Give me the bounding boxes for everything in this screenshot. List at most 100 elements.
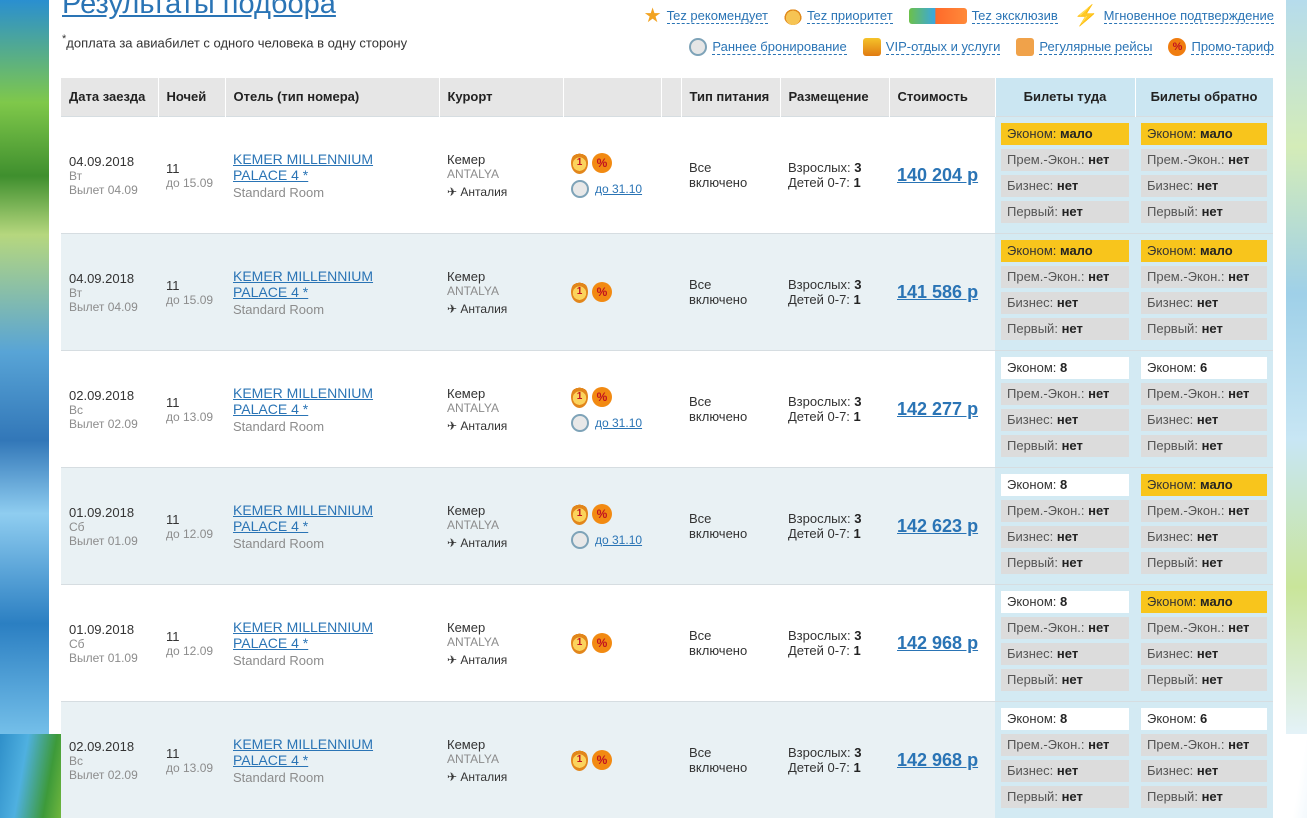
percent-icon[interactable]: % <box>592 282 612 302</box>
ticket-class-label: Первый: <box>1147 321 1198 336</box>
resort-name: Кемер <box>447 152 555 167</box>
medal-icon[interactable]: 1 <box>571 749 588 771</box>
hotel-link[interactable]: KEMER MILLENNIUM PALACE 4 * <box>233 736 431 768</box>
legend-instant-confirm[interactable]: ⚡Мгновенное подтверждение <box>1074 7 1274 25</box>
ticket-out-class: Эконом: мало <box>1001 123 1129 145</box>
table-row[interactable]: 02.09.2018ВсВылет 02.0911до 13.09KEMER M… <box>61 351 1273 468</box>
price-link[interactable]: 142 968 р <box>897 750 978 770</box>
ticket-back-class: Прем.-Экон.: нет <box>1141 266 1267 288</box>
airport: ✈ Анталия <box>447 536 555 550</box>
adults-label: Взрослых: <box>788 628 851 643</box>
price-link[interactable]: 141 586 р <box>897 282 978 302</box>
children: Детей 0-7: 1 <box>788 643 881 658</box>
hotel-link[interactable]: KEMER MILLENNIUM PALACE 4 * <box>233 385 431 417</box>
cell-placement: Взрослых: 3Детей 0-7: 1 <box>780 351 889 468</box>
checkin-date: 01.09.2018 <box>69 622 150 637</box>
early-booking-link[interactable]: до 31.10 <box>595 533 642 547</box>
header-date: Дата заезда <box>61 78 158 117</box>
legend-early-booking[interactable]: Раннее бронирование <box>689 38 846 56</box>
airport-name: Анталия <box>460 653 507 667</box>
price-link[interactable]: 142 277 р <box>897 399 978 419</box>
adults-label: Взрослых: <box>788 511 851 526</box>
price-link[interactable]: 142 968 р <box>897 633 978 653</box>
medal-icon[interactable]: 1 <box>571 386 588 408</box>
medal-icon[interactable]: 1 <box>571 281 588 303</box>
hotel-link[interactable]: KEMER MILLENNIUM PALACE 4 * <box>233 502 431 534</box>
early-booking-link[interactable]: до 31.10 <box>595 182 642 196</box>
price-link[interactable]: 142 623 р <box>897 516 978 536</box>
ticket-class-value: нет <box>1228 620 1249 635</box>
ticket-back-class: Прем.-Экон.: нет <box>1141 617 1267 639</box>
legend-vip[interactable]: VIP-отдых и услуги <box>863 38 1001 56</box>
percent-icon[interactable]: % <box>592 153 612 173</box>
cell-blank <box>661 585 681 702</box>
ticket-class-label: Эконом: <box>1007 711 1056 726</box>
medal-icon[interactable]: 1 <box>571 152 588 174</box>
ticket-class-label: Бизнес: <box>1007 529 1053 544</box>
flight-date: Вылет 01.09 <box>69 651 150 665</box>
day-of-week: Вт <box>69 169 150 183</box>
ticket-class-label: Прем.-Экон.: <box>1147 269 1225 284</box>
table-row[interactable]: 01.09.2018СбВылет 01.0911до 12.09KEMER M… <box>61 468 1273 585</box>
hotel-link[interactable]: KEMER MILLENNIUM PALACE 4 * <box>233 268 431 300</box>
percent-icon[interactable]: % <box>592 750 612 770</box>
ticket-class-label: Первый: <box>1007 555 1058 570</box>
cell-price: 142 277 р <box>889 351 995 468</box>
children: Детей 0-7: 1 <box>788 292 881 307</box>
table-row[interactable]: 04.09.2018ВтВылет 04.0911до 15.09KEMER M… <box>61 234 1273 351</box>
checkout-date: до 12.09 <box>166 527 217 541</box>
early-booking: до 31.10 <box>571 414 653 432</box>
ticket-class-value: нет <box>1088 152 1109 167</box>
legend-label: Промо-тариф <box>1191 39 1274 55</box>
medal-icon[interactable]: 1 <box>571 632 588 654</box>
cell-hotel: KEMER MILLENNIUM PALACE 4 *Standard Room <box>225 351 439 468</box>
early-booking-link[interactable]: до 31.10 <box>595 416 642 430</box>
adults-count: 3 <box>854 511 861 526</box>
kids-label: Детей 0-7: <box>788 643 850 658</box>
ticket-class-label: Прем.-Экон.: <box>1147 503 1225 518</box>
ticket-back-class: Бизнес: нет <box>1141 643 1267 665</box>
kids-label: Детей 0-7: <box>788 409 850 424</box>
ticket-class-value: нет <box>1202 555 1223 570</box>
ticket-class-label: Бизнес: <box>1007 763 1053 778</box>
ticket-class-value: нет <box>1062 789 1083 804</box>
percent-icon[interactable]: % <box>592 633 612 653</box>
legend-tez-exclusive[interactable]: Tez эксклюзив <box>909 7 1058 25</box>
table-row[interactable]: 02.09.2018ВсВылет 02.0911до 13.09KEMER M… <box>61 702 1273 818</box>
cell-tickets-back: Эконом: малоПрем.-Экон.: нетБизнес: нетП… <box>1135 585 1273 702</box>
cell-tickets-back: Эконом: 6Прем.-Экон.: нетБизнес: нетПерв… <box>1135 351 1273 468</box>
adults-count: 3 <box>854 628 861 643</box>
region-name: ANTALYA <box>447 635 555 649</box>
ticket-class-label: Прем.-Экон.: <box>1007 269 1085 284</box>
ticket-back-class: Первый: нет <box>1141 201 1267 223</box>
legend-tez-recommends[interactable]: ★Tez рекомендует <box>644 7 768 25</box>
percent-icon[interactable]: % <box>592 504 612 524</box>
ticket-class-value: нет <box>1062 204 1083 219</box>
ticket-out-class: Первый: нет <box>1001 201 1129 223</box>
price-link[interactable]: 140 204 р <box>897 165 978 185</box>
ticket-class-value: нет <box>1062 555 1083 570</box>
vip-icon <box>863 38 881 56</box>
page-title[interactable]: Результаты подбора <box>62 0 336 21</box>
ticket-out-class: Бизнес: нет <box>1001 526 1129 548</box>
table-row[interactable]: 04.09.2018ВтВылет 04.0911до 15.09KEMER M… <box>61 117 1273 234</box>
ticket-class-value: нет <box>1057 295 1078 310</box>
hotel-link[interactable]: KEMER MILLENNIUM PALACE 4 * <box>233 619 431 651</box>
ticket-out-class: Эконом: 8 <box>1001 708 1129 730</box>
ticket-back-class: Первый: нет <box>1141 786 1267 808</box>
hotel-link[interactable]: KEMER MILLENNIUM PALACE 4 * <box>233 151 431 183</box>
table-row[interactable]: 01.09.2018СбВылет 01.0911до 12.09KEMER M… <box>61 585 1273 702</box>
ticket-out-class: Эконом: 8 <box>1001 357 1129 379</box>
legend-tez-priority[interactable]: Tez приоритет <box>784 7 893 25</box>
early-booking: до 31.10 <box>571 180 653 198</box>
ticket-class-value: мало <box>1200 477 1233 492</box>
medal-icon[interactable]: 1 <box>571 503 588 525</box>
price-note: *доплата за авиабилет с одного человека … <box>62 33 407 50</box>
legend-promo[interactable]: %Промо-тариф <box>1168 38 1274 56</box>
ticket-class-label: Эконом: <box>1147 711 1196 726</box>
note-text: доплата за авиабилет с одного человека в… <box>66 35 407 50</box>
legend-regular-flights[interactable]: Регулярные рейсы <box>1016 38 1152 56</box>
percent-icon[interactable]: % <box>592 387 612 407</box>
ticket-out-class: Первый: нет <box>1001 318 1129 340</box>
cell-price: 140 204 р <box>889 117 995 234</box>
